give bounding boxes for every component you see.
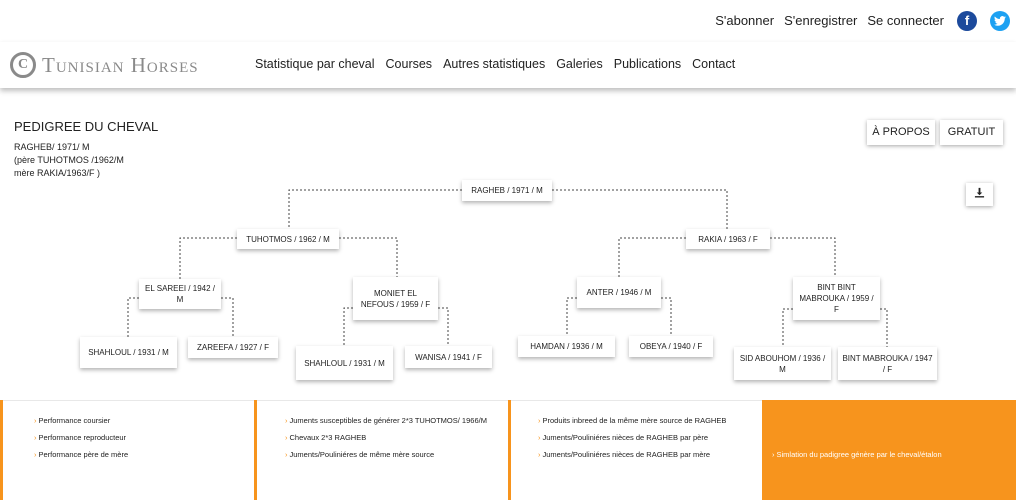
pedigree-dsd[interactable]: OBEYA / 1940 / F xyxy=(629,336,713,357)
link-nieces-par-mere[interactable]: Juments/Pouliniéres nièces de RAGHEB par… xyxy=(538,449,732,460)
pedigree-sss[interactable]: SHAHLOUL / 1931 / M xyxy=(80,337,177,368)
link-performance-reproducteur[interactable]: Performance reproducteur xyxy=(34,432,254,443)
pedigree-sds[interactable]: SHAHLOUL / 1931 / M xyxy=(296,346,393,380)
stats-panel-inbreed: Produits inbreed de la même mère source … xyxy=(511,400,762,500)
link-juments-meme-mere[interactable]: Juments/Pouliniéres de même mère source xyxy=(285,449,488,460)
link-juments-2x3[interactable]: Juments susceptibles de générer 2*3 TUHO… xyxy=(285,415,488,426)
pedigree-sdd[interactable]: WANISA / 1941 / F xyxy=(405,346,492,368)
pedigree-root[interactable]: RAGHEB / 1971 / M xyxy=(462,180,552,201)
pedigree-ddd[interactable]: BINT MABROUKA / 1947 / F xyxy=(838,347,937,380)
stats-panel-juments: Juments susceptibles de générer 2*3 TUHO… xyxy=(257,400,508,500)
link-performance-coursier[interactable]: Performance coursier xyxy=(34,415,254,426)
pedigree-sire[interactable]: TUHOTMOS / 1962 / M xyxy=(237,229,339,249)
stats-panel-performance: Performance coursier Performance reprodu… xyxy=(3,400,254,500)
pedigree-dss[interactable]: HAMDAN / 1936 / M xyxy=(518,336,615,357)
pedigree-ssd[interactable]: ZAREEFA / 1927 / F xyxy=(188,337,278,358)
stats-panel-simulation: Simlation du padigree génère par le chev… xyxy=(762,400,1016,500)
pedigree-dam[interactable]: RAKIA / 1963 / F xyxy=(686,229,770,249)
pedigree-dam-sire[interactable]: ANTER / 1946 / M xyxy=(577,277,661,308)
link-produits-inbreed[interactable]: Produits inbreed de la même mère source … xyxy=(538,415,732,426)
pedigree-dds[interactable]: SID ABOUHOM / 1936 / M xyxy=(734,347,831,380)
link-nieces-par-pere[interactable]: Juments/Pouliniéres nièces de RAGHEB par… xyxy=(538,432,732,443)
pedigree-sire-sire[interactable]: EL SAREEI / 1942 / M xyxy=(139,279,221,309)
link-performance-pere-de-mere[interactable]: Performance père de mère xyxy=(34,449,254,460)
pedigree-sire-dam[interactable]: MONIET EL NEFOUS / 1959 / F xyxy=(353,277,438,320)
link-simulation-pedigree[interactable]: Simlation du padigree génère par le chev… xyxy=(772,450,942,459)
pedigree-dam-dam[interactable]: BINT BINT MABROUKA / 1959 / F xyxy=(793,277,880,320)
link-chevaux-2x3[interactable]: Chevaux 2*3 RAGHEB xyxy=(285,432,488,443)
